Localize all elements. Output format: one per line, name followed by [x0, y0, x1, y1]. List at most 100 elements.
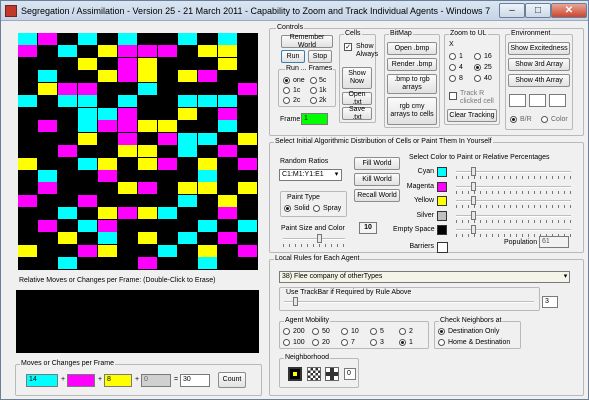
show-now-button[interactable]: Show Now — [342, 67, 372, 89]
bw-radio[interactable] — [510, 116, 517, 123]
env-field-2[interactable] — [529, 94, 546, 107]
agent-cell-magenta — [118, 207, 137, 220]
yellow-percent-ticks — [456, 205, 571, 208]
render-bmp-button[interactable]: Render .bmp — [387, 58, 437, 71]
env-field-1[interactable] — [509, 94, 526, 107]
neighborhood-diamond-icon[interactable] — [325, 367, 339, 381]
mobility-7-radio[interactable] — [341, 339, 348, 346]
rgb-cmy-to-cells-button[interactable]: rgb cmy arrays to cells — [387, 97, 437, 125]
frames-2k-radio[interactable] — [310, 97, 317, 104]
bmp-to-rgb-button[interactable]: .bmp to rgb arrays — [387, 74, 437, 94]
trackbar-slider[interactable] — [293, 297, 298, 306]
frames-5c-radio[interactable] — [310, 77, 317, 84]
agent-cell-cyan — [178, 33, 197, 45]
zoom-25-radio[interactable] — [474, 64, 481, 71]
color-radio[interactable] — [541, 116, 548, 123]
agent-cell-cyan — [178, 194, 197, 207]
show-4th-array-button[interactable]: Show 4th Array — [508, 74, 570, 87]
agent-cell-cyan — [78, 157, 97, 170]
fill-world-button[interactable]: Fill World — [354, 157, 400, 170]
plus-sign: + — [61, 376, 66, 383]
paint-size-field[interactable]: 10 — [359, 222, 377, 234]
rule-select[interactable]: 38) Flee company of otherTypes — [279, 271, 570, 283]
agent-cell-cyan — [198, 257, 217, 270]
agent-cell-yellow — [118, 182, 137, 195]
magenta-moves-field[interactable] — [67, 374, 95, 387]
agent-cell-yellow — [218, 45, 237, 58]
agent-cell-cyan — [178, 232, 197, 245]
frames-one-radio[interactable] — [283, 77, 290, 84]
silver-color-swatch[interactable] — [437, 210, 447, 221]
home-destination-radio[interactable] — [438, 339, 445, 346]
neighborhood-field[interactable]: 0 — [344, 368, 356, 380]
open-txt-button[interactable]: Open .txt — [342, 91, 372, 106]
chevron-down-icon[interactable]: ▾ — [561, 272, 570, 282]
barriers-color-swatch[interactable] — [437, 241, 448, 253]
frames-1k-radio[interactable] — [310, 87, 317, 94]
recall-world-button[interactable]: Recall World — [354, 189, 400, 202]
cyan-color-swatch[interactable] — [437, 167, 447, 177]
yellow-percent-slider[interactable] — [471, 196, 476, 205]
mobility-5-radio[interactable] — [370, 328, 377, 335]
maximize-button[interactable]: □ — [525, 3, 551, 18]
frames-1c-radio[interactable] — [283, 87, 290, 94]
env-field-3[interactable] — [549, 94, 566, 107]
zoom-4-radio[interactable] — [449, 64, 456, 71]
mobility-100-radio[interactable] — [283, 339, 290, 346]
moves-graph[interactable] — [16, 290, 259, 353]
remember-world-button[interactable]: Remember World — [281, 34, 333, 49]
zoom-40-radio[interactable] — [474, 75, 481, 82]
mobility-1-radio[interactable] — [399, 339, 406, 346]
save-txt-button[interactable]: Save .txt — [342, 106, 372, 121]
window-title: Segregation / Assimilation - Version 25 … — [21, 6, 491, 16]
yellow-color-swatch[interactable] — [437, 196, 447, 206]
mobility-20-radio[interactable] — [312, 339, 319, 346]
open-bmp-button[interactable]: Open .bmp — [387, 42, 437, 55]
population-field: 61 — [539, 236, 569, 248]
mobility-3-radio[interactable] — [370, 339, 377, 346]
magenta-percent-slider[interactable] — [471, 181, 476, 191]
frames-1k-label: 1k — [319, 87, 327, 94]
destination-only-radio[interactable] — [438, 328, 445, 335]
frames-2c-radio[interactable] — [283, 97, 290, 104]
equals-sign: = — [174, 376, 179, 383]
cyan-moves-field[interactable]: 14 — [26, 374, 58, 387]
spray-radio[interactable] — [313, 205, 320, 212]
agent-cell-magenta — [58, 145, 77, 158]
mobility-200-radio[interactable] — [283, 328, 290, 335]
neighborhood-checker-icon[interactable] — [307, 367, 321, 381]
zoom-1-radio[interactable] — [449, 53, 456, 60]
empty-percent-slider[interactable] — [471, 225, 476, 234]
agent-cell-yellow — [18, 157, 37, 170]
agent-cell-magenta — [38, 120, 57, 133]
paint-size-slider[interactable] — [317, 234, 322, 243]
show-3rd-array-button[interactable]: Show 3rd Array — [508, 58, 570, 71]
chevron-down-icon[interactable]: ▾ — [332, 170, 341, 180]
total-moves-field[interactable]: 30 — [180, 374, 210, 387]
stop-button[interactable]: Stop — [308, 50, 332, 63]
silver-moves-field[interactable]: 0 — [141, 374, 171, 387]
zoom-16-radio[interactable] — [474, 53, 481, 60]
zoom-8-radio[interactable] — [449, 75, 456, 82]
minimize-button[interactable]: – — [499, 3, 525, 18]
clear-tracking-button[interactable]: Clear Tracking — [447, 109, 497, 122]
count-button[interactable]: Count — [218, 372, 246, 388]
cyan-percent-slider[interactable] — [471, 167, 476, 176]
show-always-checkbox[interactable]: ✓ — [344, 43, 352, 51]
mobility-2-radio[interactable] — [399, 328, 406, 335]
close-button[interactable]: ✕ — [551, 3, 587, 18]
solid-radio[interactable] — [284, 205, 291, 212]
empty-color-swatch[interactable] — [437, 225, 447, 235]
show-excitedness-button[interactable]: Show Excitedness — [508, 42, 570, 55]
kill-world-button[interactable]: Kill World — [354, 173, 400, 186]
world-grid[interactable] — [18, 33, 258, 270]
mobility-50-radio[interactable] — [312, 328, 319, 335]
silver-percent-slider[interactable] — [471, 210, 476, 220]
magenta-color-swatch[interactable] — [437, 181, 447, 192]
yellow-moves-field[interactable]: 8 — [104, 374, 132, 387]
mobility-10-radio[interactable] — [341, 328, 348, 335]
neighborhood-square-icon[interactable] — [288, 367, 302, 381]
run-button[interactable]: Run — [281, 50, 305, 63]
trackbar-value[interactable]: 3 — [542, 296, 558, 308]
track-checkbox[interactable] — [449, 92, 457, 100]
